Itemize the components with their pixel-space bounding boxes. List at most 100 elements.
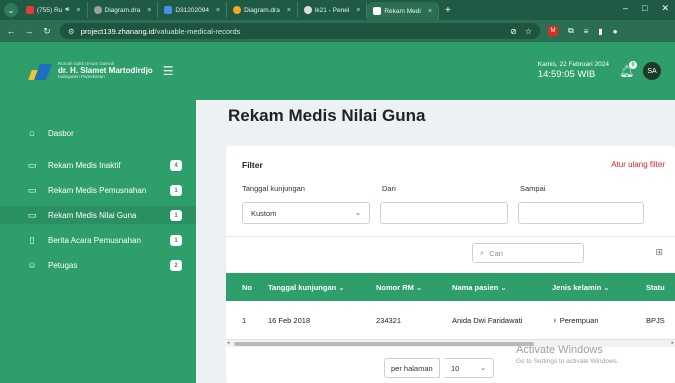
column-header-status[interactable]: Statu bbox=[646, 283, 665, 292]
browser-tab[interactable]: (755) Ru 🔊︎ × bbox=[20, 2, 88, 18]
youtube-favicon-icon bbox=[26, 6, 34, 14]
close-tab-icon[interactable]: × bbox=[428, 8, 432, 15]
column-header-no: No bbox=[242, 282, 252, 292]
users-icon: ☺ bbox=[27, 260, 37, 270]
main-content: Rekam Medis Nilai Guna Filter Atur ulang… bbox=[196, 100, 675, 383]
url-input[interactable]: ⚙ project139.zhanang.id/valuable-medical… bbox=[60, 23, 540, 39]
maximize-button[interactable]: □ bbox=[642, 3, 647, 14]
url-host: project139.zhanang.id bbox=[80, 26, 155, 36]
new-tab-button[interactable]: + bbox=[445, 5, 451, 16]
cell-gender-text: Perempuan bbox=[559, 315, 599, 325]
column-header-visit-date[interactable]: Tanggal kunjungan ⌄ bbox=[268, 283, 345, 292]
chevron-down-icon: ⌄ bbox=[603, 282, 610, 292]
tab-label: Diagram.dra bbox=[244, 6, 280, 14]
tab-label: Diagram.dra bbox=[104, 6, 141, 14]
column-header-patient-name[interactable]: Nama pasien ⌄ bbox=[452, 283, 507, 292]
to-date-input[interactable] bbox=[518, 202, 644, 224]
table-header: No Tanggal kunjungan ⌄ Nomor RM ⌄ Nama p… bbox=[226, 273, 675, 301]
browser-tab[interactable]: Diagram.dra × bbox=[88, 2, 159, 18]
app-header: Rumah Sakit Umum Daerah dr. H. Slamet Ma… bbox=[0, 42, 675, 100]
sidebar-item-rekam-medis-nilai-guna[interactable]: ▭ Rekam Medis Nilai Guna 1 bbox=[0, 206, 196, 224]
close-tab-icon[interactable]: × bbox=[356, 7, 360, 14]
from-date-input[interactable] bbox=[380, 202, 508, 224]
profile-icon[interactable]: ● bbox=[613, 27, 618, 36]
scrollbar-thumb[interactable] bbox=[234, 342, 534, 346]
reset-filter-link[interactable]: Atur ulang filter bbox=[611, 160, 665, 169]
address-bar: ← → ↻ ⚙ project139.zhanang.id/valuable-m… bbox=[0, 20, 675, 42]
back-icon[interactable]: ← bbox=[6, 26, 16, 36]
sidepanel-icon[interactable]: ▮ bbox=[598, 27, 602, 36]
visit-date-select[interactable]: Kustom ⌄ bbox=[242, 202, 370, 224]
notification-count-badge: 0 bbox=[629, 61, 637, 69]
browser-tab[interactable]: D31202094 × bbox=[158, 2, 228, 18]
column-header-label: Nama pasien bbox=[452, 282, 499, 292]
hamburger-menu-icon[interactable]: ☰ bbox=[163, 64, 174, 78]
close-window-button[interactable]: ✕ bbox=[661, 3, 669, 14]
visit-date-label: Tanggal kunjungan bbox=[242, 184, 305, 193]
female-icon: ♀ bbox=[552, 315, 558, 325]
watermark-subtitle: Go to Settings to activate Windows. bbox=[516, 357, 619, 365]
scroll-left-icon[interactable]: ◂ bbox=[227, 340, 230, 346]
column-header-gender[interactable]: Jenis kelamin ⌄ bbox=[552, 283, 610, 292]
tab-label: (755) Ru bbox=[37, 6, 63, 14]
notification-bell-icon[interactable]: 🔔︎ 0 bbox=[619, 61, 637, 78]
sidebar-item-dasbor[interactable]: ⌂ Dasbor bbox=[0, 124, 196, 142]
extension-icon[interactable]: ⊘ bbox=[510, 27, 517, 36]
filter-heading: Filter bbox=[242, 160, 263, 170]
scroll-right-icon[interactable]: ▸ bbox=[671, 340, 674, 346]
tab-label: lk21 - Penel bbox=[314, 6, 350, 14]
reload-icon[interactable]: ↻ bbox=[42, 26, 52, 37]
per-page-select[interactable]: 10 ⌄ bbox=[444, 358, 494, 378]
sidebar-item-petugas[interactable]: ☺ Petugas 2 bbox=[0, 256, 196, 274]
bookmark-star-icon[interactable]: ☆ bbox=[525, 27, 532, 36]
document-icon: ▯ bbox=[29, 234, 35, 245]
minimize-button[interactable]: – bbox=[623, 3, 628, 14]
chevron-down-icon: ⌄ bbox=[480, 365, 486, 372]
archive-icon: ▭ bbox=[27, 184, 37, 195]
browser-tab[interactable]: Diagram.dra × bbox=[227, 2, 298, 18]
cell-gender: ♀ Perempuan bbox=[552, 316, 599, 325]
sidebar-item-badge: 2 bbox=[170, 259, 182, 271]
window-controls: – □ ✕ bbox=[623, 3, 669, 14]
site-favicon-icon bbox=[303, 6, 312, 14]
column-header-label: Tanggal kunjungan bbox=[268, 282, 337, 292]
sidebar-item-label: Petugas bbox=[48, 260, 78, 270]
column-toggle-icon[interactable]: ⊞ bbox=[655, 247, 663, 258]
close-tab-icon[interactable]: × bbox=[147, 7, 151, 14]
table-row[interactable]: 1 16 Feb 2018 234321 Anida Dwi Faridawat… bbox=[226, 301, 675, 339]
close-tab-icon[interactable]: × bbox=[287, 7, 291, 14]
browser-tab-active[interactable]: Rekam Medi × bbox=[367, 2, 439, 20]
extensions-puzzle-icon[interactable]: ⧉ bbox=[568, 26, 574, 36]
mendeley-extension-icon[interactable]: M bbox=[548, 26, 558, 36]
sidebar-item-rekam-medis-inaktif[interactable]: ▭ Rekam Medis Inaktif 4 bbox=[0, 156, 196, 174]
search-input[interactable]: ⌕ Cari bbox=[472, 243, 584, 263]
app-favicon-icon bbox=[373, 7, 382, 15]
sidebar-item-label: Berita Acara Pemusnahan bbox=[48, 235, 141, 245]
column-header-rm-number[interactable]: Nomor RM ⌄ bbox=[376, 283, 422, 292]
tab-search-icon[interactable]: ⌄ bbox=[4, 3, 18, 17]
chevron-down-icon: ⌄ bbox=[338, 282, 345, 292]
from-date-label: Dari bbox=[382, 184, 396, 193]
windows-activation-watermark: Activate Windows Go to Settings to activ… bbox=[516, 344, 619, 366]
close-tab-icon[interactable]: × bbox=[76, 7, 80, 14]
logo-subtitle: Kabupaten Pamekasan bbox=[58, 74, 105, 80]
sidebar-item-rekam-medis-pemusnahan[interactable]: ▭ Rekam Medis Pemusnahan 1 bbox=[0, 181, 196, 199]
sidebar-item-berita-acara-pemusnahan[interactable]: ▯ Berita Acara Pemusnahan 1 bbox=[0, 231, 196, 249]
user-avatar[interactable]: SA bbox=[643, 62, 661, 80]
current-datetime: Kamis, 22 Februari 2024 14:59:05 WIB bbox=[538, 61, 609, 82]
home-icon: ⌂ bbox=[29, 128, 35, 138]
cell-patient-name: Anida Dwi Faridawati bbox=[452, 315, 523, 325]
audio-icon[interactable]: 🔊︎ bbox=[65, 6, 69, 14]
browser-tab[interactable]: lk21 - Penel × bbox=[298, 2, 368, 18]
forward-icon[interactable]: → bbox=[24, 26, 34, 36]
tab-label: Rekam Medi bbox=[384, 7, 421, 15]
close-tab-icon[interactable]: × bbox=[216, 7, 220, 14]
extension-toolbar: M ⧉ ≡ ▮ ● bbox=[548, 26, 618, 36]
visit-date-select-value: Kustom bbox=[251, 208, 277, 218]
hospital-logo[interactable]: Rumah Sakit Umum Daerah dr. H. Slamet Ma… bbox=[0, 42, 210, 100]
column-header-label: Nomor RM bbox=[376, 282, 414, 292]
cell-no: 1 bbox=[242, 315, 247, 325]
reading-list-icon[interactable]: ≡ bbox=[584, 27, 589, 36]
current-time: 14:59:05 WIB bbox=[537, 69, 596, 81]
site-settings-icon[interactable]: ⚙ bbox=[68, 27, 75, 36]
